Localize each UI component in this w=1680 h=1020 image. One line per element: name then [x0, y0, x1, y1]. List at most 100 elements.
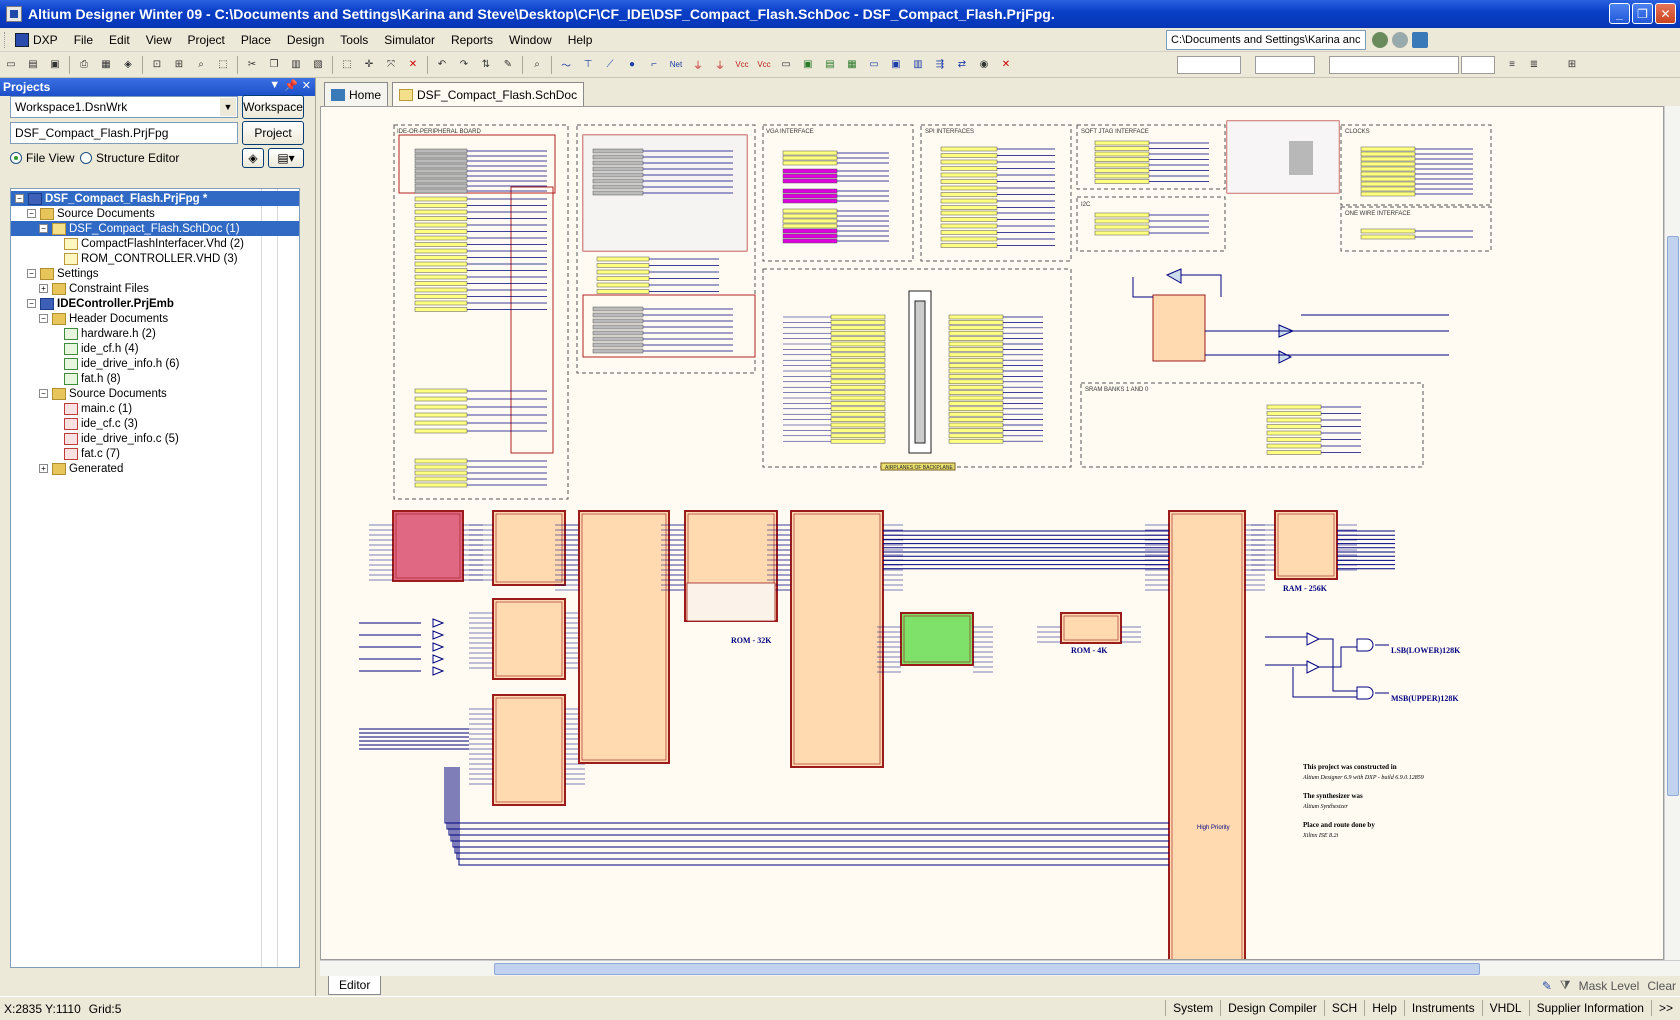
cut-icon[interactable]: ✂: [243, 56, 261, 74]
print-icon[interactable]: ⎙: [75, 56, 93, 74]
layers-icon[interactable]: ◈: [119, 56, 137, 74]
deselect-icon[interactable]: ⤧: [382, 56, 400, 74]
toolbar-combo-2[interactable]: [1255, 55, 1315, 74]
junction-icon[interactable]: ●: [623, 56, 641, 74]
menu-dxp[interactable]: DXP: [11, 32, 66, 47]
menu-window[interactable]: Window: [501, 33, 560, 47]
menu-place[interactable]: Place: [233, 33, 279, 47]
select-area-icon[interactable]: ⬚: [338, 56, 356, 74]
tree-item[interactable]: ROM_CONTROLLER.VHD (3): [11, 251, 299, 266]
tree-item[interactable]: − Settings: [11, 266, 299, 281]
horizontal-scroll-thumb[interactable]: [494, 963, 1480, 975]
wire-icon[interactable]: 〜: [557, 56, 575, 74]
part-icon[interactable]: ▭: [777, 56, 795, 74]
net-label-icon[interactable]: ⌐: [645, 56, 663, 74]
tree-item[interactable]: − Header Documents: [11, 311, 299, 326]
sheet-entry-icon[interactable]: ▤: [821, 56, 839, 74]
mask-level-button[interactable]: Mask Level: [1579, 979, 1640, 993]
bus-entry-icon[interactable]: ⟋: [601, 56, 619, 74]
tree-item[interactable]: ide_cf.h (4): [11, 341, 299, 356]
toolbar-combo-1[interactable]: [1177, 55, 1241, 74]
preview-icon[interactable]: ▦: [97, 56, 115, 74]
mask-brush-icon[interactable]: ✎: [1542, 979, 1552, 993]
menu-edit[interactable]: Edit: [101, 33, 138, 47]
collapse-icon[interactable]: −: [15, 194, 24, 203]
vcc-port-icon[interactable]: Vcc: [733, 56, 751, 74]
vcc-power-icon[interactable]: ⏚: [711, 56, 729, 74]
project-tree[interactable]: − DSF_Compact_Flash.PrjFpg * − Source Docum…: [10, 188, 300, 968]
menu-file[interactable]: File: [66, 33, 101, 47]
expand-icon[interactable]: +: [39, 464, 48, 473]
vcc-port2-icon[interactable]: Vcc: [755, 56, 773, 74]
move-icon[interactable]: ✛: [360, 56, 378, 74]
zoom-area-icon[interactable]: ⊞: [170, 56, 188, 74]
harness-icon[interactable]: ▣: [887, 56, 905, 74]
close-button[interactable]: ✕: [1655, 3, 1676, 24]
port-icon[interactable]: ▭: [865, 56, 883, 74]
menu-help[interactable]: Help: [560, 33, 601, 47]
collapse-icon[interactable]: −: [39, 314, 48, 323]
zoom-fit-icon[interactable]: ⊡: [148, 56, 166, 74]
tab-schdoc[interactable]: DSF_Compact_Flash.SchDoc: [392, 82, 585, 106]
grid-icon[interactable]: ⊞: [1563, 56, 1581, 74]
tab-home[interactable]: Home: [324, 82, 389, 106]
rubber-stamp-icon[interactable]: ▧: [309, 56, 327, 74]
paste-icon[interactable]: ▥: [287, 56, 305, 74]
status-tab[interactable]: System: [1165, 1000, 1220, 1016]
tree-item[interactable]: hardware.h (2): [11, 326, 299, 341]
tree-item[interactable]: + Constraint Files: [11, 281, 299, 296]
tree-item[interactable]: − IDEController.PrjEmb: [11, 296, 299, 311]
tree-item[interactable]: ide_drive_info.c (5): [11, 431, 299, 446]
toolbar-combo-4[interactable]: [1461, 55, 1495, 74]
panel-menu-icon[interactable]: ▼: [269, 79, 280, 92]
editor-tab[interactable]: Editor: [328, 976, 382, 995]
collapse-icon[interactable]: −: [27, 269, 36, 278]
vertical-scrollbar[interactable]: [1664, 106, 1680, 960]
tree-item[interactable]: CompactFlashInterfacer.Vhd (2): [11, 236, 299, 251]
tree-item[interactable]: − Source Documents: [11, 386, 299, 401]
undo-icon[interactable]: ↶: [433, 56, 451, 74]
harness-entry-icon[interactable]: ▥: [909, 56, 927, 74]
maximize-button[interactable]: ❐: [1632, 3, 1653, 24]
status-tab[interactable]: VHDL: [1481, 1000, 1529, 1016]
hierarchy-icon[interactable]: ⇅: [477, 56, 495, 74]
workspace-button[interactable]: Workspace: [242, 95, 304, 119]
workspace-select[interactable]: Workspace1.DsnWrk ▼: [10, 96, 238, 118]
project-options-icon[interactable]: ▤▾: [268, 148, 304, 168]
collapse-icon[interactable]: −: [39, 389, 48, 398]
tree-item[interactable]: main.c (1): [11, 401, 299, 416]
navigate-icon[interactable]: [1412, 32, 1428, 48]
structure-editor-radio[interactable]: Structure Editor: [80, 151, 179, 165]
bus-icon[interactable]: ⊤: [579, 56, 597, 74]
schematic-canvas[interactable]: IDE-OR-PERIPHERAL BOARD VGA INTERFACE SP…: [320, 106, 1664, 960]
harness-connector-icon[interactable]: ⇶: [931, 56, 949, 74]
tree-item[interactable]: − Source Documents: [11, 206, 299, 221]
open-icon[interactable]: ▤: [24, 56, 42, 74]
signal-harness-icon[interactable]: ⇄: [953, 56, 971, 74]
horizontal-scrollbar[interactable]: [320, 960, 1680, 976]
filter-icon[interactable]: ⧩: [1560, 978, 1571, 993]
menu-simulator[interactable]: Simulator: [376, 33, 443, 47]
status-tab[interactable]: Instruments: [1403, 1000, 1482, 1016]
align-icon[interactable]: ≡: [1503, 56, 1521, 74]
menu-design[interactable]: Design: [279, 33, 332, 47]
collapse-icon[interactable]: −: [27, 209, 36, 218]
tree-item[interactable]: ide_drive_info.h (6): [11, 356, 299, 371]
app-icon[interactable]: [6, 6, 22, 22]
menu-tools[interactable]: Tools: [332, 33, 376, 47]
collapse-icon[interactable]: −: [39, 224, 48, 233]
status-tab[interactable]: >>: [1650, 1000, 1680, 1016]
expand-icon[interactable]: +: [39, 284, 48, 293]
tree-item[interactable]: + Generated: [11, 461, 299, 476]
cross-probe-icon[interactable]: ✎: [499, 56, 517, 74]
clear-filter-icon[interactable]: ✕: [404, 56, 422, 74]
forward-icon[interactable]: [1392, 32, 1408, 48]
tree-item[interactable]: − DSF_Compact_Flash.SchDoc (1): [11, 221, 299, 236]
collapse-icon[interactable]: −: [27, 299, 36, 308]
status-tab[interactable]: SCH: [1323, 1000, 1364, 1016]
tree-item[interactable]: fat.c (7): [11, 446, 299, 461]
clear-button[interactable]: Clear: [1647, 979, 1676, 993]
sheet-symbol-icon[interactable]: ▣: [799, 56, 817, 74]
menu-reports[interactable]: Reports: [443, 33, 501, 47]
minimize-button[interactable]: _: [1609, 3, 1630, 24]
